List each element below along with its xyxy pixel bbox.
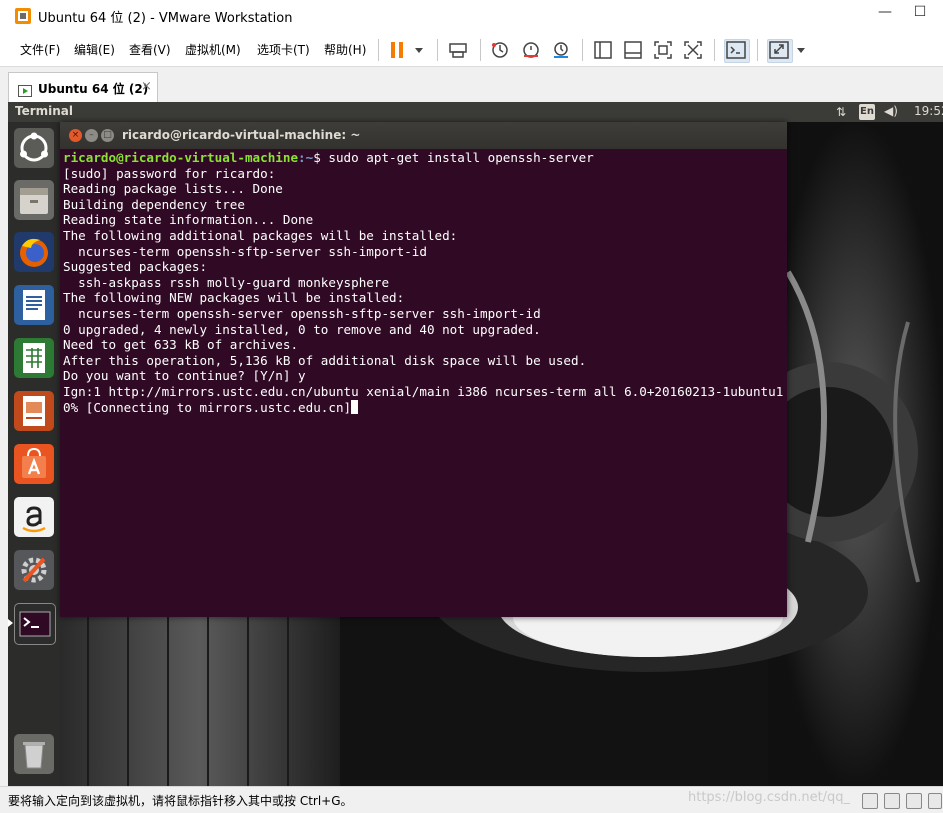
menu-view[interactable]: 查看(V): [129, 41, 171, 58]
libreoffice-calc-icon[interactable]: [14, 338, 54, 378]
system-settings-icon[interactable]: [14, 550, 54, 590]
output-line: Suggested packages:: [63, 259, 208, 275]
watermark: https://blog.csdn.net/qq_: [688, 790, 851, 805]
clock[interactable]: 19:52: [914, 104, 943, 118]
menu-tabs[interactable]: 选项卡(T): [257, 41, 310, 58]
amazon-icon[interactable]: [14, 497, 54, 537]
output-line: The following NEW packages will be insta…: [63, 290, 405, 306]
window-title: Ubuntu 64 位 (2) - VMware Workstation: [38, 11, 293, 26]
status-message: 要将输入定向到该虚拟机，请将鼠标指针移入其中或按 Ctrl+G。: [8, 794, 353, 808]
output-line: The following additional packages will b…: [63, 227, 458, 243]
vm-tab[interactable]: Ubuntu 64 位 (2) ×: [8, 72, 158, 103]
command-text: $ sudo apt-get install openssh-server: [313, 150, 594, 165]
output-line: ssh-askpass rssh molly-guard monkeyspher…: [63, 274, 390, 290]
stretch-dropdown-icon[interactable]: [795, 39, 807, 61]
output-line: ncurses-term openssh-server openssh-sftp…: [63, 305, 541, 321]
fullscreen-icon[interactable]: [652, 39, 674, 61]
maximize-window-icon[interactable]: □: [101, 129, 114, 142]
terminal-cursor: [351, 399, 359, 414]
terminal-launcher-icon[interactable]: [14, 603, 56, 645]
hard-disk-status-icon[interactable]: [862, 793, 878, 809]
output-line: [sudo] password for ricardo:: [63, 165, 276, 181]
network-status-icon[interactable]: [884, 793, 900, 809]
stretch-icon[interactable]: [767, 39, 793, 63]
window-titlebar: Ubuntu 64 位 (2) - VMware Workstation — ☐: [0, 0, 943, 32]
close-icon[interactable]: ×: [69, 129, 82, 142]
menu-edit[interactable]: 编辑(E): [74, 41, 115, 58]
firefox-icon[interactable]: [14, 232, 54, 272]
libreoffice-writer-icon[interactable]: [14, 285, 54, 325]
output-line: Do you want to continue? [Y/n] y: [63, 368, 306, 384]
minimize-window-icon[interactable]: –: [85, 129, 98, 142]
volume-icon[interactable]: ◀): [884, 104, 898, 118]
terminal-titlebar[interactable]: × – □ ricardo@ricardo-virtual-machine: ~: [60, 122, 787, 149]
sound-status-icon[interactable]: [928, 793, 942, 809]
thumbnail-icon[interactable]: [622, 39, 644, 61]
ubuntu-software-icon[interactable]: [14, 444, 54, 484]
unity-launcher: [8, 122, 60, 786]
snapshot-manager-icon[interactable]: [550, 39, 572, 61]
tab-close-icon[interactable]: ×: [141, 79, 152, 94]
vmware-statusbar: 要将输入定向到该虚拟机，请将鼠标指针移入其中或按 Ctrl+G。 https:/…: [0, 786, 943, 813]
vm-running-icon: [18, 82, 32, 97]
menu-vm[interactable]: 虚拟机(M): [185, 41, 241, 58]
libreoffice-impress-icon[interactable]: [14, 391, 54, 431]
revert-snapshot-icon[interactable]: [520, 39, 542, 61]
keyboard-layout-indicator[interactable]: En: [859, 104, 875, 120]
menu-file[interactable]: 文件(F): [20, 41, 60, 58]
output-line: 0% [Connecting to mirrors.ustc.edu.cn]: [63, 399, 352, 415]
output-line: ncurses-term openssh-sftp-server ssh-imp…: [63, 243, 427, 259]
menu-help[interactable]: 帮助(H): [324, 41, 366, 58]
vm-tab-label: Ubuntu 64 位 (2): [38, 82, 149, 96]
snapshot-icon[interactable]: [489, 39, 511, 61]
send-keys-icon[interactable]: [447, 39, 469, 61]
ubuntu-top-panel: Terminal ⇅ En ◀) 19:52: [8, 102, 943, 122]
prompt-user: ricardo@ricardo-virtual-machine: [63, 150, 299, 165]
unity-icon[interactable]: [682, 39, 704, 61]
maximize-icon[interactable]: ☐: [905, 4, 935, 24]
network-icon[interactable]: ⇅: [836, 105, 846, 119]
usb-status-icon[interactable]: [906, 793, 922, 809]
output-line: Building dependency tree: [63, 196, 245, 212]
output-line: After this operation, 5,136 kB of additi…: [63, 352, 587, 368]
library-icon[interactable]: [592, 39, 614, 61]
vm-tab-strip: Ubuntu 64 位 (2) ×: [0, 66, 943, 103]
terminal-output[interactable]: ricardo@ricardo-virtual-machine:~$ sudo …: [62, 149, 785, 615]
trash-icon[interactable]: [14, 734, 54, 774]
minimize-icon[interactable]: —: [875, 4, 895, 24]
terminal-title: ricardo@ricardo-virtual-machine: ~: [122, 128, 361, 142]
active-app-indicator: [8, 619, 13, 627]
vmware-app-icon: [14, 7, 32, 25]
output-line: Reading state information... Done: [63, 212, 314, 228]
prompt-path: :~: [298, 150, 314, 165]
output-line: 0 upgraded, 4 newly installed, 0 to remo…: [63, 321, 541, 337]
ubuntu-dash-icon[interactable]: [14, 128, 54, 168]
files-icon[interactable]: [14, 180, 54, 220]
output-line: Reading package lists... Done: [63, 181, 283, 197]
vm-display[interactable]: Terminal ⇅ En ◀) 19:52: [8, 102, 943, 786]
terminal-window[interactable]: × – □ ricardo@ricardo-virtual-machine: ~…: [60, 122, 787, 617]
output-line: Need to get 633 kB of archives.: [63, 337, 299, 353]
output-line: Ign:1 http://mirrors.ustc.edu.cn/ubuntu …: [63, 383, 784, 399]
pause-icon[interactable]: [388, 39, 428, 61]
active-app-title: Terminal: [15, 104, 74, 118]
menu-toolbar-row: 文件(F) 编辑(E) 查看(V) 虚拟机(M) 选项卡(T) 帮助(H): [0, 32, 943, 66]
console-view-icon[interactable]: [724, 39, 750, 63]
